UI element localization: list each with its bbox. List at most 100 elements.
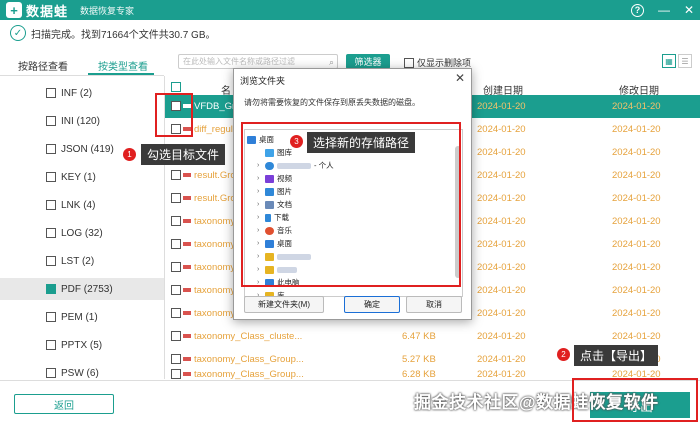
- pdf-file-icon: [183, 173, 191, 177]
- scan-status-text: 扫描完成。找到71664个文件共30.7 GB。: [31, 29, 216, 41]
- filter-button[interactable]: 筛选器: [346, 54, 390, 69]
- sidebar-checkbox[interactable]: [46, 312, 56, 322]
- annotation-step-3-badge: 3: [290, 135, 303, 148]
- pdf-file-icon: [183, 372, 191, 376]
- sidebar-item-label: LST (2): [61, 255, 95, 267]
- list-view-icon[interactable]: ☰: [678, 54, 692, 68]
- file-name: result.Gro: [194, 170, 236, 181]
- sidebar-item-inf[interactable]: INF (2): [0, 82, 164, 104]
- modified-date: 2024-01-20: [612, 101, 661, 112]
- created-date: 2024-01-20: [477, 216, 526, 227]
- sidebar-checkbox-partial[interactable]: [46, 284, 56, 294]
- help-icon[interactable]: ?: [630, 3, 644, 17]
- pdf-file-icon: [183, 219, 191, 223]
- sidebar-item-lst[interactable]: LST (2): [0, 250, 164, 272]
- created-date: 2024-01-20: [477, 124, 526, 135]
- file-name: taxonomy_Class_cluste...: [194, 331, 303, 342]
- row-checkbox[interactable]: [171, 369, 181, 379]
- sidebar-item-label: LOG (32): [61, 227, 103, 239]
- sidebar-checkbox[interactable]: [46, 368, 56, 378]
- sidebar-item-pptx[interactable]: PPTX (5): [0, 334, 164, 356]
- modified-date: 2024-01-20: [612, 124, 661, 135]
- row-checkbox[interactable]: [171, 262, 181, 272]
- created-date: 2024-01-20: [477, 354, 526, 365]
- annotation-step-1-badge: 1: [123, 148, 136, 161]
- sidebar-item-json[interactable]: JSON (419): [0, 138, 164, 160]
- sidebar-item-label: PSW (6): [61, 367, 99, 379]
- file-type-sidebar: INF (2) INI (120) JSON (419) KEY (1) LNK…: [0, 80, 164, 380]
- sidebar-checkbox[interactable]: [46, 116, 56, 126]
- annotation-step-1: 勾选目标文件: [141, 144, 226, 165]
- dialog-close-icon[interactable]: ✕: [455, 71, 465, 85]
- minimize-button[interactable]: —: [658, 3, 670, 17]
- sidebar-item-label: LNK (4): [61, 199, 96, 211]
- highlight-box-export: [572, 378, 698, 422]
- sidebar-checkbox[interactable]: [46, 172, 56, 182]
- modified-date: 2024-01-20: [612, 262, 661, 273]
- tab-by-type[interactable]: 按类型查看: [98, 58, 148, 73]
- annotation-step-3: 选择新的存储路径: [307, 132, 416, 153]
- sidebar-checkbox[interactable]: [46, 340, 56, 350]
- window-controls: ? — ✕: [630, 0, 694, 20]
- grid-view-icon[interactable]: ▦: [662, 54, 676, 68]
- row-checkbox[interactable]: [171, 354, 181, 364]
- app-subtitle: 数据恢复专家: [80, 5, 135, 16]
- modified-date: 2024-01-20: [612, 239, 661, 250]
- highlight-box-checkbox: [155, 93, 193, 137]
- modified-date: 2024-01-20: [612, 193, 661, 204]
- sidebar-checkbox[interactable]: [46, 256, 56, 266]
- pdf-file-icon: [183, 334, 191, 338]
- created-date: 2024-01-20: [477, 308, 526, 319]
- sidebar-item-log[interactable]: LOG (32): [0, 222, 164, 244]
- sidebar-item-key[interactable]: KEY (1): [0, 166, 164, 188]
- sidebar-checkbox[interactable]: [46, 228, 56, 238]
- row-checkbox[interactable]: [171, 308, 181, 318]
- sidebar-item-label: KEY (1): [61, 171, 96, 183]
- sidebar-item-pdf[interactable]: PDF (2753): [0, 278, 164, 300]
- row-checkbox[interactable]: [171, 239, 181, 249]
- sidebar-item-label: PDF (2753): [61, 283, 113, 295]
- modified-date: 2024-01-20: [612, 308, 661, 319]
- search-input[interactable]: 在此处输入文件名称或路径过滤 ⌕: [178, 54, 338, 69]
- logo-icon: +: [6, 2, 22, 18]
- ok-button[interactable]: 确定: [344, 296, 400, 313]
- file-name: taxonomy_Class_Group...: [194, 369, 304, 380]
- row-checkbox[interactable]: [171, 170, 181, 180]
- created-date: 2024-01-20: [477, 331, 526, 342]
- only-deleted-checkbox[interactable]: [404, 57, 414, 68]
- file-size: 6.28 KB: [402, 369, 436, 380]
- sidebar-checkbox[interactable]: [46, 144, 56, 154]
- pdf-file-icon: [183, 288, 191, 292]
- row-checkbox[interactable]: [171, 331, 181, 341]
- sidebar-checkbox[interactable]: [46, 200, 56, 210]
- created-date: 2024-01-20: [477, 193, 526, 204]
- dialog-message: 请勿将需要恢复的文件保存到原丢失数据的磁盘。: [244, 98, 420, 107]
- check-circle-icon: ✓: [10, 25, 26, 41]
- cancel-button[interactable]: 取消: [406, 296, 462, 313]
- sidebar-item-ini[interactable]: INI (120): [0, 110, 164, 132]
- back-button[interactable]: 返回: [14, 394, 114, 414]
- file-name: taxonomy_Class_Group...: [194, 354, 304, 365]
- sidebar-checkbox[interactable]: [46, 88, 56, 98]
- row-checkbox[interactable]: [171, 216, 181, 226]
- select-all-checkbox[interactable]: [171, 82, 181, 92]
- created-date: 2024-01-20: [477, 239, 526, 250]
- new-folder-button[interactable]: 新建文件夹(M): [244, 296, 324, 313]
- pdf-file-icon: [183, 311, 191, 315]
- app-name: 数据蛙: [26, 3, 69, 19]
- close-button[interactable]: ✕: [684, 3, 694, 17]
- sidebar-item-lnk[interactable]: LNK (4): [0, 194, 164, 216]
- sidebar-item-pem[interactable]: PEM (1): [0, 306, 164, 328]
- tab-by-path[interactable]: 按路径查看: [18, 58, 68, 73]
- modified-date: 2024-01-20: [612, 147, 661, 158]
- modified-date: 2024-01-20: [612, 216, 661, 227]
- row-checkbox[interactable]: [171, 285, 181, 295]
- pdf-file-icon: [183, 242, 191, 246]
- dialog-title: 浏览文件夹: [240, 76, 286, 86]
- created-date: 2024-01-20: [477, 101, 526, 112]
- tab-bar-divider: [0, 75, 164, 76]
- row-checkbox[interactable]: [171, 193, 181, 203]
- created-date: 2024-01-20: [477, 147, 526, 158]
- file-size: 6.47 KB: [402, 331, 436, 342]
- sidebar-item-label: JSON (419): [61, 143, 114, 155]
